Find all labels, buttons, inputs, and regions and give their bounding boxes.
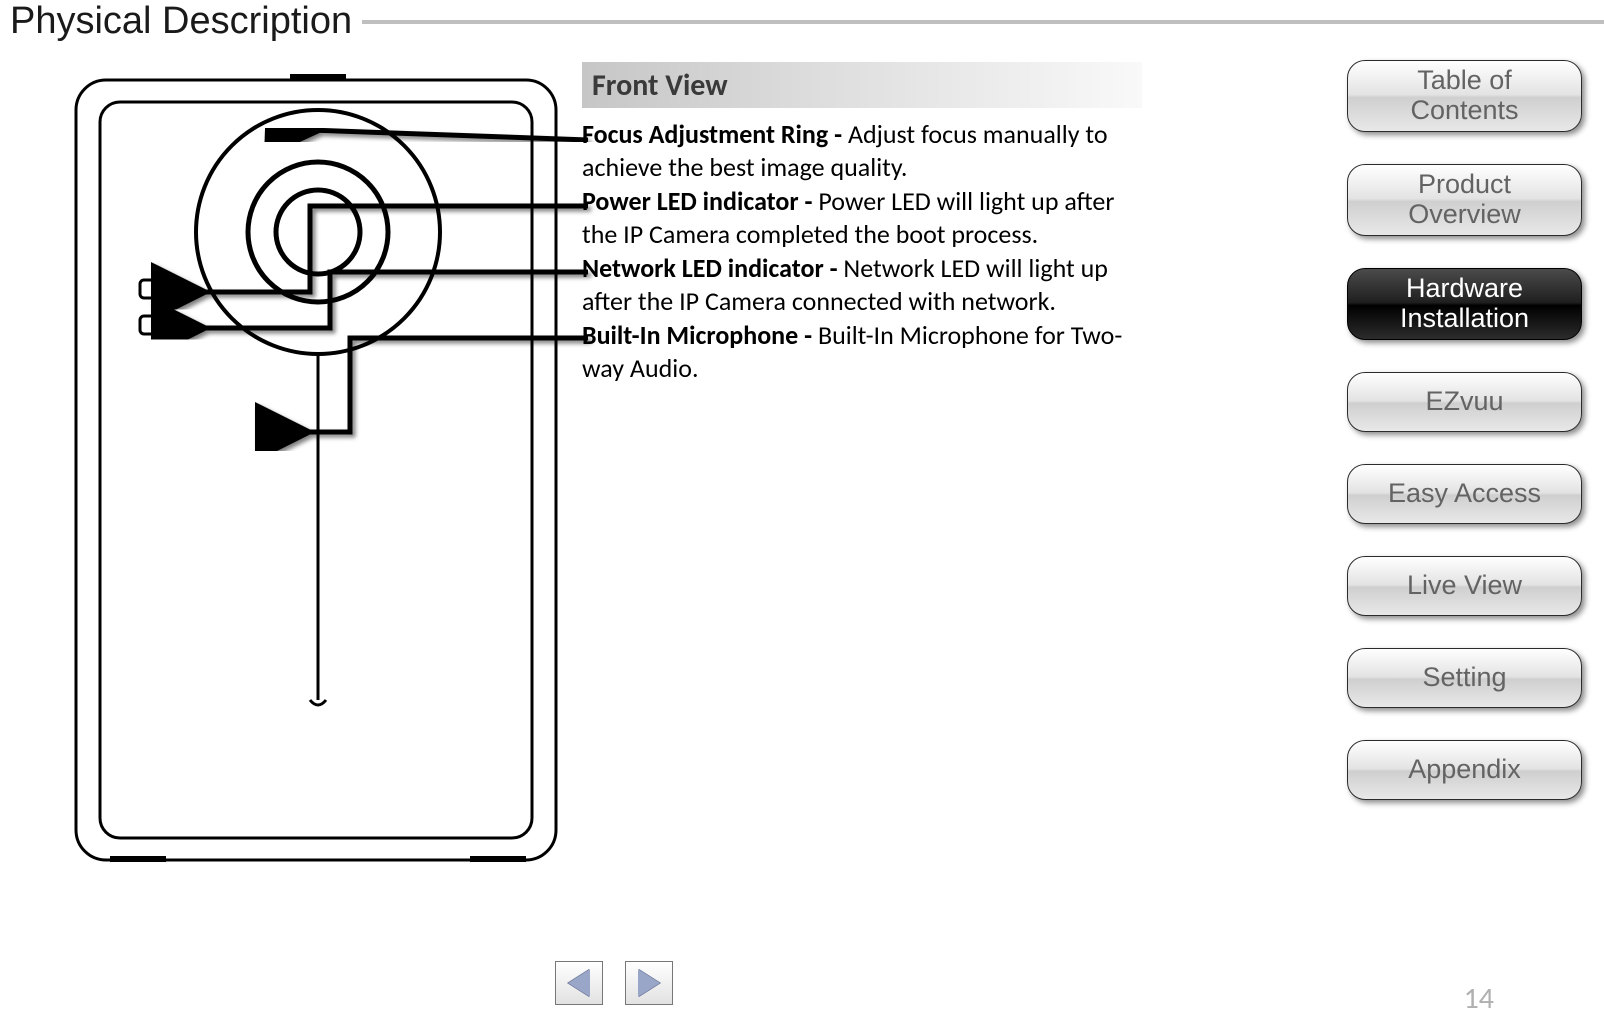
nav-toc[interactable]: Table of Contents xyxy=(1347,60,1582,132)
pager-controls xyxy=(555,961,673,1005)
callout-power-led: Power LED indicator - Power LED will lig… xyxy=(582,185,1142,250)
page-number: 14 xyxy=(1464,980,1494,1017)
callout-label: Built-In Microphone - xyxy=(582,319,818,351)
nav-product-overview[interactable]: Product Overview xyxy=(1347,164,1582,236)
section-header: Front View xyxy=(582,62,1142,108)
callout-label: Network LED indicator - xyxy=(582,252,843,284)
nav-appendix[interactable]: Appendix xyxy=(1347,740,1582,800)
callout-microphone: Built-In Microphone - Built-In Microphon… xyxy=(582,319,1142,384)
page-title: Physical Description xyxy=(10,0,352,43)
description-area: Front View Focus Adjustment Ring - Adjus… xyxy=(582,62,1142,386)
sidebar-nav: Table of Contents Product Overview Hardwar… xyxy=(1347,60,1582,800)
device-diagram xyxy=(70,64,570,884)
nav-ezvuu[interactable]: EZvuu xyxy=(1347,372,1582,432)
callout-label: Power LED indicator - xyxy=(582,185,818,217)
nav-easy-access[interactable]: Easy Access xyxy=(1347,464,1582,524)
triangle-right-icon xyxy=(638,969,660,997)
next-page-button[interactable] xyxy=(625,961,673,1005)
nav-live-view[interactable]: Live View xyxy=(1347,556,1582,616)
callout-focus-ring: Focus Adjustment Ring - Adjust focus man… xyxy=(582,118,1142,183)
prev-page-button[interactable] xyxy=(555,961,603,1005)
triangle-left-icon xyxy=(568,969,590,997)
title-divider xyxy=(362,20,1604,24)
callout-network-led: Network LED indicator - Network LED will… xyxy=(582,252,1142,317)
nav-hardware-installation[interactable]: Hardware Installation xyxy=(1347,268,1582,340)
description-body: Focus Adjustment Ring - Adjust focus man… xyxy=(582,118,1142,384)
nav-setting[interactable]: Setting xyxy=(1347,648,1582,708)
callout-label: Focus Adjustment Ring - xyxy=(582,118,848,150)
